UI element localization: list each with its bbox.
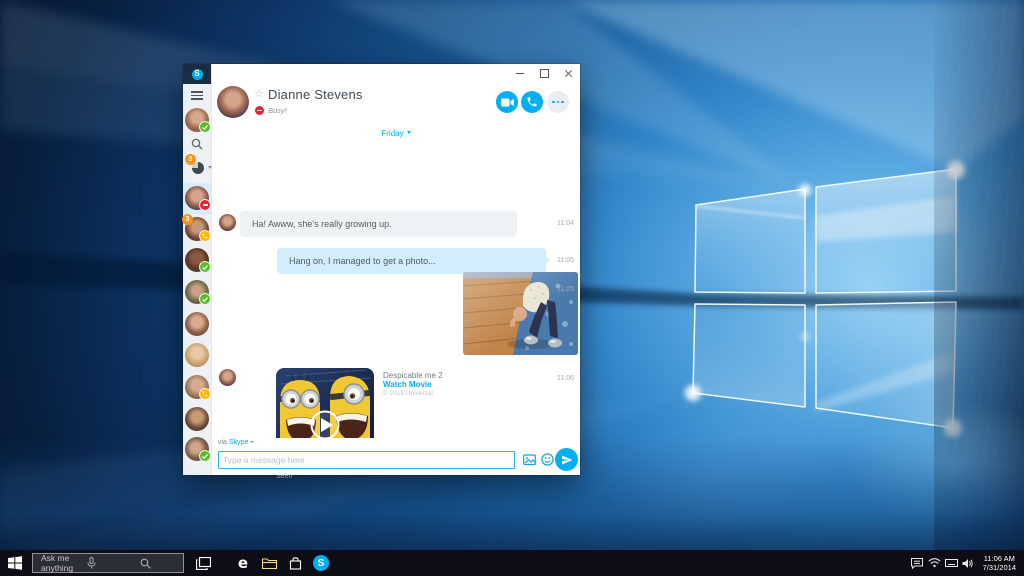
video-copyright: © 2015 Universal bbox=[383, 389, 443, 398]
contact-avatar[interactable] bbox=[185, 375, 209, 399]
date-separator[interactable]: Friday bbox=[212, 129, 580, 138]
microphone-icon[interactable] bbox=[87, 557, 125, 569]
system-tray: 11:06 AM 7/31/2014 bbox=[909, 550, 1024, 576]
skype-taskbar-icon[interactable]: S bbox=[308, 550, 334, 576]
close-icon bbox=[564, 69, 573, 78]
taskbar-search-input[interactable]: Ask me anything bbox=[32, 553, 184, 573]
edge-browser-icon[interactable]: e bbox=[230, 550, 256, 576]
store-icon[interactable] bbox=[282, 550, 308, 576]
video-call-button[interactable] bbox=[496, 91, 518, 113]
voice-call-button[interactable] bbox=[521, 91, 543, 113]
on-call-badge bbox=[199, 388, 211, 400]
skype-sidebar: S 3 3 bbox=[183, 64, 212, 475]
video-title: Despicable me 2 bbox=[383, 371, 443, 380]
message-avatar bbox=[219, 214, 236, 231]
contact-avatar[interactable] bbox=[185, 248, 209, 272]
contact-avatar[interactable] bbox=[185, 312, 209, 336]
network-wifi-icon[interactable] bbox=[926, 550, 943, 576]
more-options-button[interactable] bbox=[547, 91, 569, 113]
send-photo-icon[interactable] bbox=[523, 453, 537, 467]
recents-unread-badge: 3 bbox=[185, 154, 196, 165]
message-list: Friday Ha! Awww, she's really growing up… bbox=[212, 122, 580, 438]
contact-avatar-dianne[interactable] bbox=[185, 186, 209, 210]
clock-time: 11:06 AM bbox=[983, 554, 1016, 563]
conversation-header: ☆ Dianne Stevens Busy! bbox=[212, 84, 580, 123]
composer: via Skype bbox=[212, 438, 580, 475]
message-avatar bbox=[219, 369, 236, 386]
search-icon[interactable] bbox=[140, 558, 178, 569]
self-avatar[interactable] bbox=[185, 108, 209, 132]
message-timestamp: 11:05 bbox=[557, 257, 574, 264]
online-status-badge bbox=[199, 293, 211, 305]
emoticon-icon[interactable] bbox=[541, 453, 555, 467]
conversation-pane: ☆ Dianne Stevens Busy! Friday Ha! Awww, … bbox=[212, 64, 580, 475]
action-center-icon[interactable] bbox=[909, 550, 926, 576]
skype-logo-icon: S bbox=[192, 69, 203, 80]
watch-movie-link[interactable]: Watch Movie bbox=[383, 380, 443, 389]
task-view-button[interactable] bbox=[190, 550, 216, 576]
contact-avatar[interactable] bbox=[185, 280, 209, 304]
chevron-down-icon bbox=[407, 131, 411, 134]
clock-date: 7/31/2014 bbox=[983, 563, 1016, 572]
contact-mood: Busy! bbox=[268, 106, 287, 115]
minimize-button[interactable] bbox=[508, 64, 532, 82]
message-timestamp: 11:05 bbox=[557, 286, 574, 293]
unread-count-badge: 3 bbox=[182, 214, 193, 225]
sidebar-header: S bbox=[183, 64, 211, 84]
close-button[interactable] bbox=[556, 64, 580, 82]
favorite-star-icon[interactable]: ☆ bbox=[254, 89, 264, 100]
keyboard-icon[interactable] bbox=[943, 550, 960, 576]
search-icon[interactable] bbox=[191, 138, 203, 150]
on-call-badge bbox=[199, 230, 211, 242]
message-timestamp: 11:04 bbox=[557, 220, 574, 227]
message-input[interactable] bbox=[218, 451, 515, 469]
contact-avatar[interactable]: 3 bbox=[185, 217, 209, 241]
volume-icon[interactable] bbox=[960, 550, 977, 576]
contact-avatar[interactable] bbox=[185, 407, 209, 431]
online-status-badge bbox=[199, 450, 211, 462]
desktop: S 3 3 bbox=[0, 0, 1024, 576]
contact-avatar[interactable] bbox=[185, 343, 209, 367]
maximize-icon bbox=[540, 69, 549, 78]
taskbar: Ask me anything e S bbox=[0, 550, 1024, 576]
shared-photo-thumbnail[interactable] bbox=[463, 272, 578, 355]
taskbar-clock[interactable]: 11:06 AM 7/31/2014 bbox=[983, 554, 1016, 572]
file-explorer-icon[interactable] bbox=[256, 550, 282, 576]
outgoing-message-bubble: Hang on, I managed to get a photo... bbox=[277, 248, 546, 274]
header-avatar[interactable] bbox=[217, 86, 249, 118]
skype-window: S 3 3 bbox=[183, 64, 580, 475]
via-service-selector[interactable]: via Skype bbox=[218, 439, 254, 446]
online-status-badge bbox=[199, 121, 211, 133]
online-status-badge bbox=[199, 261, 211, 273]
contact-name: Dianne Stevens bbox=[268, 87, 363, 102]
chevron-down-icon bbox=[250, 441, 254, 443]
minimize-icon bbox=[516, 73, 524, 74]
maximize-button[interactable] bbox=[532, 64, 556, 82]
search-placeholder: Ask me anything bbox=[41, 553, 79, 573]
menu-icon[interactable] bbox=[191, 91, 203, 100]
window-caption-buttons bbox=[508, 64, 580, 84]
contact-avatar[interactable] bbox=[185, 437, 209, 461]
video-meta: Despicable me 2 Watch Movie © 2015 Unive… bbox=[383, 371, 443, 398]
busy-indicator-icon bbox=[255, 106, 264, 115]
send-button[interactable] bbox=[555, 448, 578, 471]
recents-icon[interactable]: 3 bbox=[187, 157, 211, 177]
busy-status-badge bbox=[199, 199, 211, 211]
message-timestamp: 11:06 bbox=[557, 375, 574, 382]
incoming-message-bubble: Ha! Awww, she's really growing up. bbox=[240, 211, 517, 237]
start-button[interactable] bbox=[0, 550, 30, 576]
